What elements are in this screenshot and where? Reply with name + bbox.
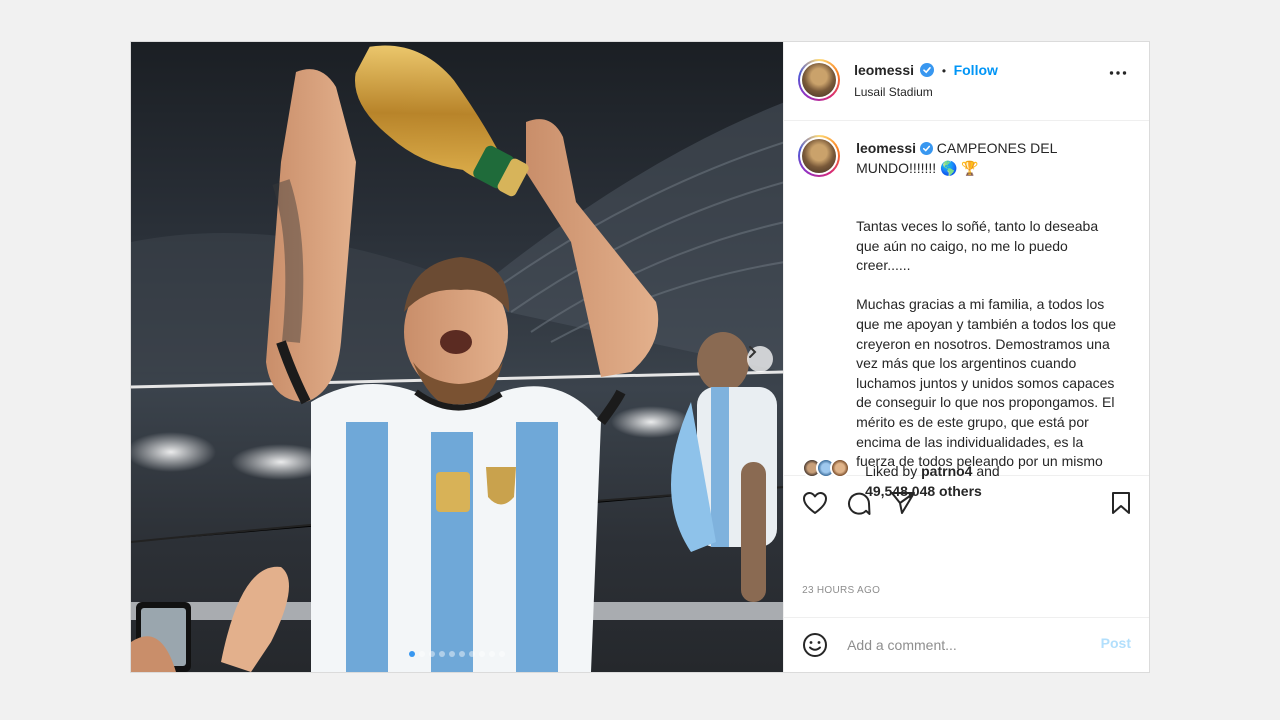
next-photo-button[interactable]	[747, 346, 773, 372]
verified-badge-icon	[920, 62, 935, 77]
caption-section: leomessi CAMPEONES DEL MUNDO!!!!!!! 🌎 🏆 …	[784, 121, 1149, 476]
carousel-dot	[489, 651, 496, 657]
liked-user-link[interactable]: patrno4	[921, 463, 972, 479]
author-avatar[interactable]	[798, 59, 841, 101]
liked-and: and	[976, 463, 1000, 479]
carousel-dot	[419, 651, 426, 657]
follow-button[interactable]: Follow	[954, 62, 998, 78]
photo-illustration	[131, 45, 784, 672]
comment-bar: Post	[784, 617, 1149, 672]
caption-username[interactable]: leomessi	[856, 140, 916, 156]
heart-icon[interactable]	[802, 491, 828, 515]
verified-badge-icon	[919, 141, 933, 155]
carousel-dot	[409, 651, 416, 657]
caption-first-line: leomessi CAMPEONES DEL MUNDO!!!!!!! 🌎 🏆	[856, 139, 1076, 178]
liked-prefix: Liked by	[865, 463, 918, 479]
likes-count-link[interactable]: 49,548,048 others	[865, 483, 982, 499]
bookmark-icon[interactable]	[1111, 491, 1131, 515]
carousel-dot	[439, 651, 446, 657]
carousel-dot	[449, 651, 456, 657]
author-username[interactable]: leomessi	[854, 62, 914, 78]
chevron-right-icon	[749, 346, 757, 358]
post-comment-button[interactable]: Post	[1101, 635, 1131, 651]
emoji-icon[interactable]	[802, 632, 828, 658]
likes-summary: Liked by patrno4 and 49,548,048 others	[865, 462, 1000, 501]
carousel-dot	[459, 651, 466, 657]
post-side-panel: leomessi • Follow Lusail Stadium leomess…	[783, 42, 1149, 672]
post-timestamp[interactable]: 23 HOURS AGO	[802, 585, 880, 596]
caption-body: Tantas veces lo soñé, tanto lo deseaba q…	[856, 218, 1117, 475]
carousel-dot	[429, 651, 436, 657]
post-header: leomessi • Follow Lusail Stadium	[784, 42, 1149, 121]
carousel-indicator	[131, 651, 783, 657]
carousel-dot	[469, 651, 476, 657]
comment-input[interactable]	[845, 632, 1090, 658]
liked-by-avatars[interactable]	[802, 458, 862, 482]
post-photo[interactable]	[131, 42, 784, 672]
carousel-dot	[479, 651, 486, 657]
header-separator: •	[941, 64, 947, 78]
post-location[interactable]: Lusail Stadium	[854, 85, 933, 99]
carousel-dot	[499, 651, 506, 657]
more-options-icon[interactable]	[1109, 70, 1127, 76]
post-card: leomessi • Follow Lusail Stadium leomess…	[130, 41, 1150, 673]
caption-author-avatar[interactable]	[798, 135, 841, 177]
